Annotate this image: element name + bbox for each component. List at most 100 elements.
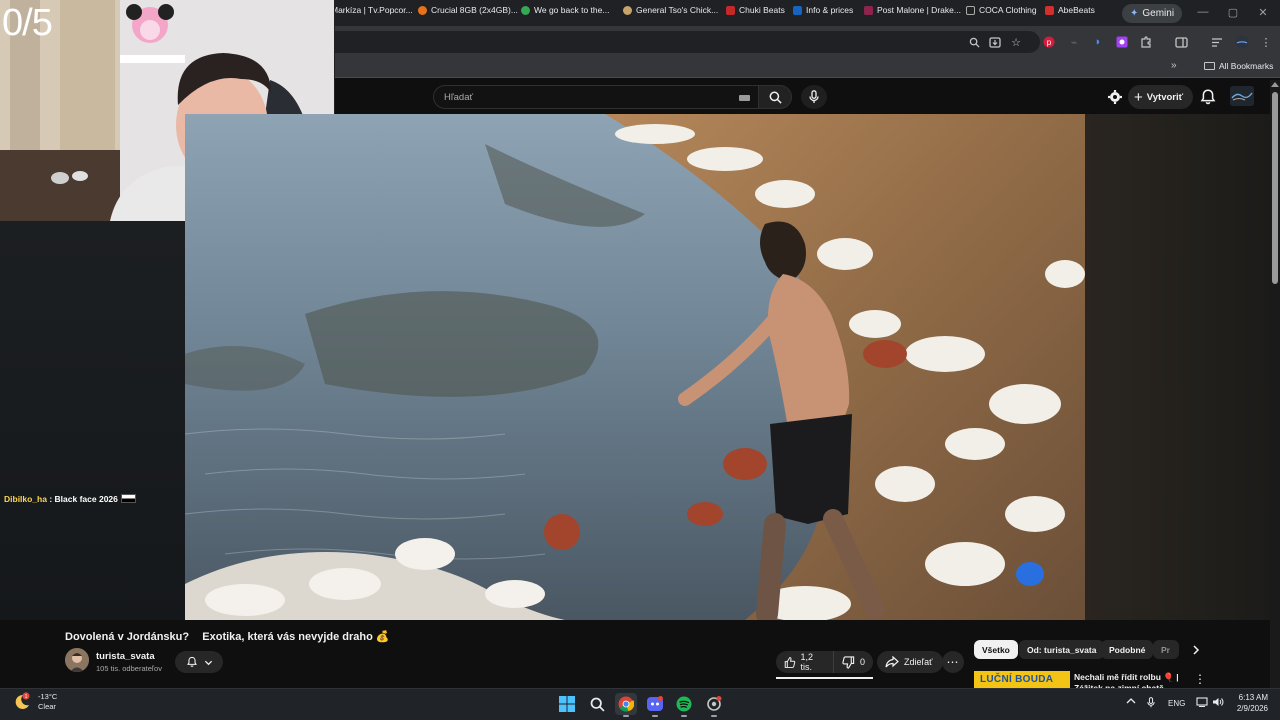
chip-truncated[interactable]: Pr [1153, 640, 1179, 659]
create-button[interactable]: + Vytvoriť [1128, 85, 1194, 109]
running-indicator [623, 715, 629, 717]
bookmark-item[interactable]: Chuki Beats [726, 5, 785, 15]
keyboard-icon[interactable] [739, 95, 750, 101]
thumbnail-text: LUČNÍ BOUDA [980, 674, 1054, 685]
subscription-notifications-button[interactable] [175, 651, 223, 673]
taskbar-discord[interactable] [644, 693, 666, 717]
stream-background-right [1085, 114, 1270, 620]
share-label: Zdieľať [904, 657, 933, 667]
address-bar[interactable] [335, 31, 1040, 53]
search-input[interactable] [444, 90, 714, 105]
chip-from-channel[interactable]: Od: turista_svata [1019, 640, 1105, 659]
bookmark-item[interactable]: Info & prices [793, 5, 853, 15]
bookmark-favicon [966, 5, 975, 15]
moon-weather-icon: 1 [15, 692, 30, 709]
running-indicator [652, 715, 658, 717]
chat-username: Dibilko_ha [4, 494, 47, 504]
notifications-bell-icon[interactable] [1199, 88, 1217, 106]
scrollbar-thumb[interactable] [1272, 92, 1278, 284]
bookmark-item[interactable]: We go back to the... [521, 5, 609, 15]
install-app-icon[interactable] [987, 35, 1003, 49]
channel-avatar[interactable] [65, 648, 89, 672]
windows-taskbar [0, 688, 1280, 720]
gear-icon[interactable] [1107, 89, 1123, 105]
extension-purple-icon[interactable] [1114, 35, 1130, 49]
flag-emoji-icon [120, 494, 136, 503]
voice-search-button[interactable] [801, 85, 827, 109]
share-button[interactable]: Zdieľať [877, 651, 943, 673]
channel-name[interactable]: turista_svata [96, 651, 155, 662]
extension-gray-icon[interactable]: ⌁ [1066, 35, 1082, 49]
tray-volume-icon[interactable] [1212, 697, 1224, 709]
bookmark-item[interactable]: Markíza | Tv.Popcor... [331, 5, 413, 15]
plus-icon: + [1134, 88, 1143, 106]
taskbar-search-button[interactable] [586, 693, 608, 715]
search-box [433, 85, 759, 109]
dislike-button[interactable]: 0 [834, 651, 873, 673]
minimize-button[interactable]: — [1188, 6, 1218, 18]
share-arrow-icon [885, 656, 899, 668]
running-indicator [681, 715, 687, 717]
gemini-sparkle-icon: ✦ [1130, 8, 1139, 19]
scroll-up-arrow-icon[interactable] [1271, 82, 1279, 87]
media-controls-icon[interactable] [1209, 35, 1225, 49]
video-title: Dovolená v Jordánsku?ㅤ Exotika, která vá… [65, 631, 390, 643]
extension-blue-icon[interactable]: ◗ [1090, 35, 1106, 49]
extension-red-icon[interactable]: p [1041, 35, 1057, 49]
start-button[interactable] [556, 693, 578, 715]
tray-mic-icon[interactable] [1147, 697, 1155, 710]
weather-widget[interactable]: 1 -13°C Clear [12, 692, 57, 712]
more-bookmarks-chevron-icon[interactable]: » [1171, 60, 1177, 71]
chip-all[interactable]: Všetko [974, 640, 1018, 659]
chip-related[interactable]: Podobné [1101, 640, 1154, 659]
chips-next-chevron-icon[interactable] [1188, 642, 1204, 658]
bookmark-item[interactable]: Crucial 8GB (2x4GB)... [418, 5, 518, 15]
more-actions-button[interactable]: ⋯ [942, 651, 964, 673]
chevron-down-icon [204, 660, 212, 665]
bookmark-star-icon[interactable]: ☆ [1008, 35, 1024, 49]
gemini-button[interactable]: ✦ Gemini [1122, 4, 1183, 23]
microphone-icon [809, 90, 819, 103]
side-panel-icon[interactable] [1173, 35, 1189, 49]
like-button[interactable]: 1,2 tis. [776, 651, 834, 673]
subscriber-count: 105 tis. odberateľov [96, 664, 162, 673]
taskbar-chrome[interactable] [615, 693, 637, 717]
bookmark-item[interactable]: General Tso's Chick... [623, 5, 718, 15]
search-icon [590, 697, 605, 712]
tray-network-icon[interactable] [1196, 697, 1208, 709]
all-bookmarks-button[interactable]: All Bookmarks [1204, 61, 1273, 71]
recommended-video-title[interactable]: Nechali mě řídit rolbu 🎈 | Zážitek na zi… [1074, 672, 1189, 688]
search-button[interactable] [758, 85, 792, 109]
bookmark-item[interactable]: COCA Clothing [966, 5, 1037, 15]
taskbar-app-extra[interactable] [703, 693, 725, 717]
close-window-button[interactable]: ✕ [1248, 6, 1278, 19]
bookmark-favicon [793, 5, 802, 15]
bookmarks-bar [335, 56, 1280, 78]
like-dislike-group: 1,2 tis. 0 [776, 651, 873, 673]
bookmark-item[interactable]: AbeBeats [1045, 5, 1095, 15]
recommended-video-thumbnail[interactable]: LUČNÍ BOUDA [974, 671, 1070, 688]
chrome-menu-icon[interactable]: ⋮ [1258, 35, 1274, 49]
input-language[interactable]: ENG [1168, 699, 1185, 708]
windows-logo-icon [559, 696, 575, 712]
chat-message: Dibilko_ha : Black face 2026 [4, 494, 136, 504]
weather-badge: 1 [25, 694, 28, 700]
extensions-puzzle-icon[interactable] [1138, 35, 1154, 49]
account-avatar[interactable] [1230, 86, 1254, 106]
profile-avatar-icon[interactable] [1234, 35, 1250, 49]
spotify-icon [676, 696, 692, 712]
taskbar-spotify[interactable] [673, 693, 695, 717]
bookmark-favicon [623, 5, 632, 15]
taskbar-clock[interactable]: 6:13 AM 2/9/2026 [1228, 692, 1268, 714]
maximize-button[interactable]: ▢ [1218, 6, 1248, 19]
video-player[interactable] [185, 114, 1085, 620]
bookmark-item[interactable]: Post Malone | Drake... [864, 5, 961, 15]
zoom-icon[interactable] [966, 35, 982, 49]
tray-overflow-chevron-icon[interactable] [1126, 697, 1136, 707]
clock-date: 2/9/2026 [1236, 704, 1268, 713]
chrome-icon [618, 696, 634, 712]
create-label: Vytvoriť [1146, 91, 1184, 103]
bookmark-favicon [726, 5, 735, 15]
like-ratio-bar [776, 677, 873, 679]
recommendation-menu-icon[interactable]: ⋮ [1194, 672, 1206, 686]
